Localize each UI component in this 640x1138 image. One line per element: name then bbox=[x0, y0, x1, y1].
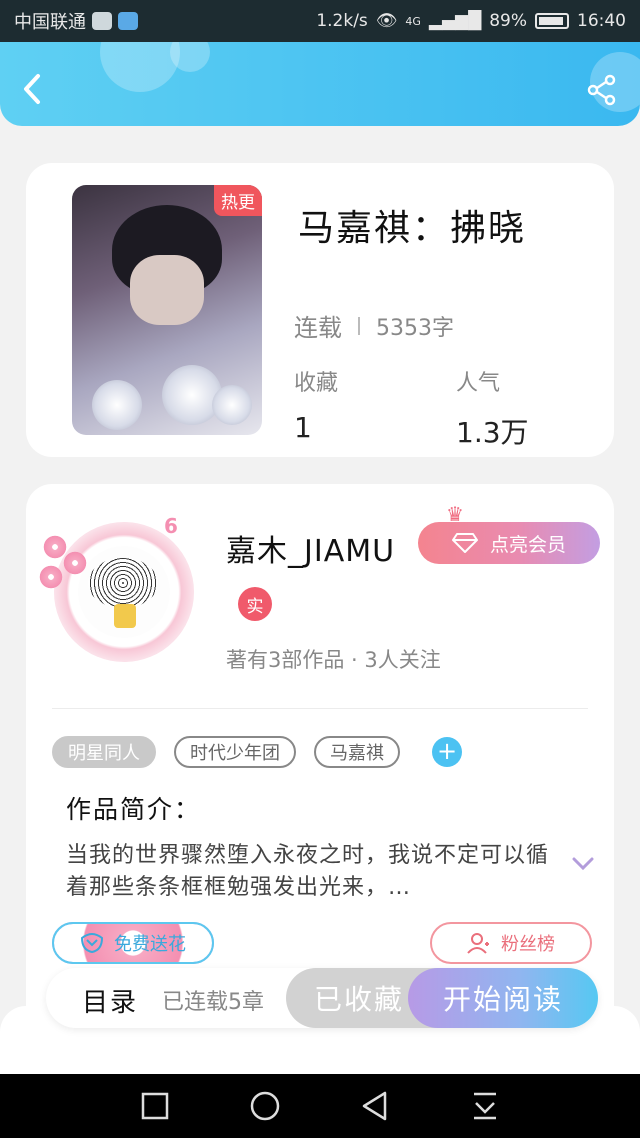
vip-button[interactable]: 点亮会员 bbox=[418, 522, 600, 564]
book-info-card: 热更 马嘉祺：拂晓 连载 5353字 收藏 人气 1 1.3万 bbox=[26, 163, 614, 457]
back-button[interactable] bbox=[18, 72, 52, 106]
intro-text: 当我的世界骤然堕入永夜之时，我说不定可以循着那些条条框框勉强发出光来，… bbox=[66, 843, 550, 900]
popularity-value: 1.3万 bbox=[456, 416, 529, 449]
pull-down-icon bbox=[474, 1092, 496, 1120]
popularity-label: 人气 bbox=[456, 371, 501, 396]
network-type: 4G bbox=[405, 14, 421, 28]
share-icon bbox=[587, 74, 616, 106]
share-button[interactable] bbox=[586, 74, 618, 106]
avatar-art bbox=[88, 558, 158, 608]
app-notification-icon bbox=[118, 12, 138, 30]
favorites-value: 1 bbox=[294, 411, 312, 444]
clock: 16:40 bbox=[577, 11, 626, 31]
chevron-left-icon bbox=[24, 74, 40, 104]
back-nav-button[interactable] bbox=[355, 1086, 395, 1126]
avatar-art bbox=[114, 604, 136, 628]
verified-badge: 实 bbox=[238, 587, 272, 621]
divider bbox=[358, 316, 360, 335]
serial-status-row: 连载 5353字 bbox=[294, 308, 454, 343]
expand-intro-button[interactable] bbox=[572, 852, 594, 876]
system-nav-bar bbox=[0, 1074, 640, 1138]
word-count: 5353字 bbox=[376, 315, 454, 341]
avatar bbox=[78, 546, 170, 638]
add-tag-button[interactable]: + bbox=[432, 737, 462, 767]
top-header bbox=[0, 42, 640, 126]
eye-icon: 👁 bbox=[375, 11, 398, 31]
author-name[interactable]: 嘉木_JIAMU bbox=[226, 526, 395, 570]
fans-ranking-button[interactable]: 粉丝榜 bbox=[430, 922, 592, 964]
user-icon bbox=[467, 933, 489, 954]
network-speed: 1.2k/s bbox=[316, 11, 368, 31]
notification-pull-button[interactable] bbox=[465, 1086, 505, 1126]
recent-apps-button[interactable] bbox=[135, 1086, 175, 1126]
circle-icon bbox=[250, 1091, 280, 1121]
cover-art bbox=[162, 365, 222, 425]
bottom-action-bar: 目录 已连载5章 已收藏 开始阅读 bbox=[46, 968, 598, 1028]
decor-bubble bbox=[100, 42, 180, 92]
book-cover[interactable]: 热更 bbox=[72, 185, 262, 435]
status-bar: 中国联通 1.2k/s 👁 4G ▂▄▆█ 89% 16:40 bbox=[0, 0, 640, 42]
favorites-label: 收藏 bbox=[294, 371, 339, 396]
send-flower-label: 免费送花 bbox=[114, 934, 186, 955]
carrier-label: 中国联通 bbox=[14, 12, 86, 33]
vip-button-label: 点亮会员 bbox=[489, 533, 566, 556]
start-reading-button[interactable]: 开始阅读 bbox=[408, 968, 598, 1028]
tag-list: 明星同人 时代少年团 马嘉祺 + bbox=[52, 736, 462, 768]
flower-decoration bbox=[62, 550, 88, 576]
cover-art bbox=[92, 380, 142, 430]
notification-icon bbox=[92, 12, 112, 30]
action-row: ¥ 打赏 免费送花 粉丝榜 bbox=[52, 922, 592, 964]
signal-icon: ▂▄▆█ bbox=[428, 11, 482, 31]
cover-art bbox=[130, 255, 204, 325]
author-level: 6 bbox=[164, 514, 178, 538]
battery-percent: 89% bbox=[489, 11, 527, 31]
chapter-count[interactable]: 已连载5章 bbox=[162, 984, 264, 1016]
author-meta: 著有3部作品 · 3人关注 bbox=[226, 648, 441, 672]
tag-item[interactable]: 时代少年团 bbox=[174, 736, 296, 768]
author-card: 6 嘉木_JIAMU ♛ 点亮会员 实 著有3部作品 · 3人关注 明星同人 时… bbox=[26, 484, 614, 1044]
tag-item[interactable]: 马嘉祺 bbox=[314, 736, 400, 768]
diamond-icon bbox=[451, 533, 478, 553]
square-icon bbox=[141, 1092, 169, 1120]
fans-ranking-label: 粉丝榜 bbox=[501, 934, 555, 955]
serial-status: 连载 bbox=[294, 314, 342, 342]
send-flower-button[interactable]: 免费送花 bbox=[52, 922, 214, 964]
tag-item[interactable]: 明星同人 bbox=[52, 736, 156, 768]
toc-button[interactable]: 目录 bbox=[82, 982, 138, 1019]
chevron-down-icon bbox=[572, 857, 594, 871]
hot-update-badge: 热更 bbox=[214, 185, 262, 216]
cover-art bbox=[212, 385, 252, 425]
battery-icon bbox=[535, 13, 569, 29]
triangle-back-icon bbox=[362, 1091, 387, 1121]
flower-decoration bbox=[38, 564, 64, 590]
intro-title: 作品简介： bbox=[66, 795, 202, 824]
author-avatar[interactable]: 6 bbox=[38, 514, 198, 664]
divider bbox=[52, 708, 588, 709]
home-button[interactable] bbox=[245, 1086, 285, 1126]
flower-icon bbox=[80, 933, 104, 954]
book-title: 马嘉祺：拂晓 bbox=[298, 208, 527, 249]
